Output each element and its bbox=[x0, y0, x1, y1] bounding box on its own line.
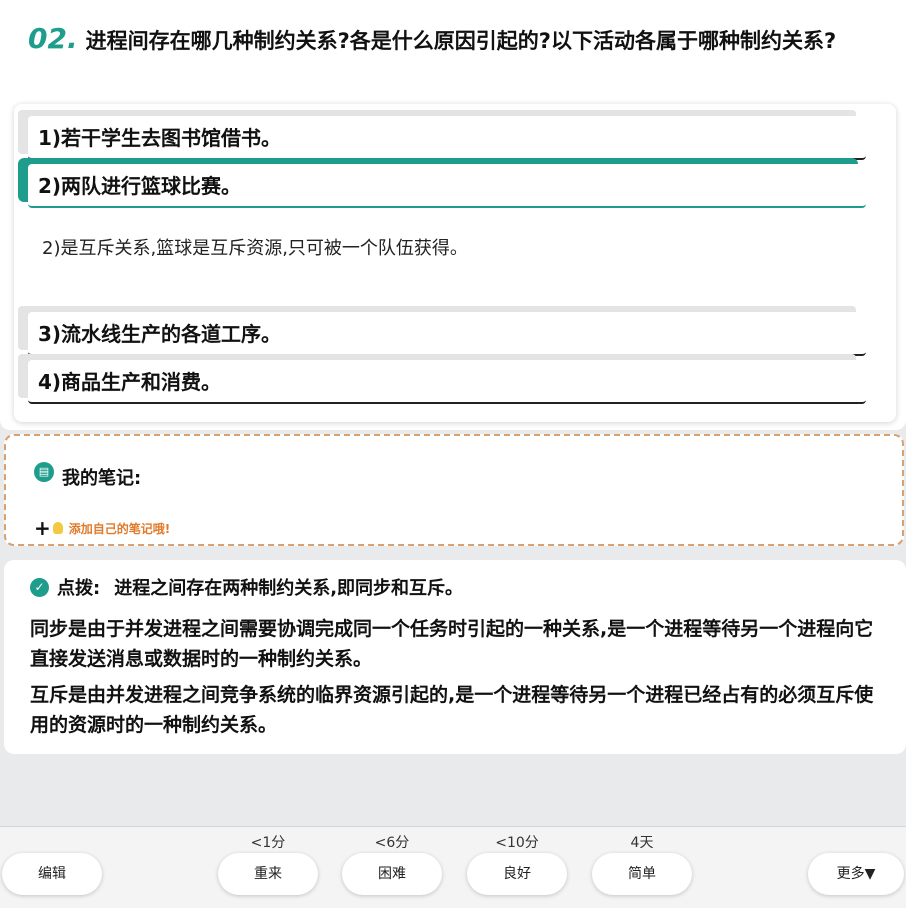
option-3[interactable]: 3)流水线生产的各道工序。 bbox=[28, 312, 866, 356]
add-note-label: 添加自己的笔记哦! bbox=[68, 521, 171, 536]
easy-interval: 4天 bbox=[630, 835, 654, 851]
again-interval: <1分 bbox=[250, 835, 286, 851]
hint-paragraph-sync: 同步是由于并发进程之间需要协调完成同一个任务时引起的一种关系,是一个进程等待另一… bbox=[30, 618, 874, 670]
hard-interval: <6分 bbox=[374, 835, 410, 851]
check-icon: ✓ bbox=[30, 577, 49, 597]
hint-card: ✓ 点拨: 进程之间存在两种制约关系,即同步和互斥。 同步是由于并发进程之间需要… bbox=[4, 560, 906, 754]
edit-button[interactable]: 编辑 bbox=[2, 853, 102, 895]
option-2-selected[interactable]: 2)两队进行篮球比赛。 bbox=[28, 164, 866, 208]
easy-button[interactable]: 简单 bbox=[592, 853, 692, 895]
add-note-button[interactable]: + 添加自己的笔记哦! bbox=[34, 516, 170, 540]
question-text: 进程间存在哪几种制约关系?各是什么原因引起的?以下活动各属于哪种制约关系? bbox=[85, 29, 837, 53]
review-toolbar: 编辑 <1分 重来 <6分 困难 <10分 良好 4天 简单 更多▼ bbox=[0, 826, 906, 908]
note-document-icon: ▤ bbox=[34, 462, 54, 482]
option-1[interactable]: 1)若干学生去图书馆借书。 bbox=[28, 116, 866, 160]
good-button[interactable]: 良好 bbox=[467, 853, 567, 895]
hint-header: ✓ 点拨: 进程之间存在两种制约关系,即同步和互斥。 bbox=[30, 574, 463, 600]
more-button[interactable]: 更多▼ bbox=[808, 853, 904, 895]
hint-paragraph-mutex: 互斥是由并发进程之间竞争系统的临界资源引起的,是一个进程等待另一个进程已经占有的… bbox=[30, 684, 874, 736]
hint-summary: 进程之间存在两种制约关系,即同步和互斥。 bbox=[114, 578, 464, 599]
again-button[interactable]: 重来 bbox=[218, 853, 318, 895]
good-interval: <10分 bbox=[495, 835, 539, 851]
lightbulb-icon bbox=[52, 522, 63, 534]
hard-button[interactable]: 困难 bbox=[342, 853, 442, 895]
question-title: 02. 进程间存在哪几种制约关系?各是什么原因引起的?以下活动各属于哪种制约关系? bbox=[28, 22, 878, 58]
question-number: 02. bbox=[28, 22, 78, 55]
hint-label: 点拨: bbox=[57, 578, 101, 599]
notes-box: ▤ 我的笔记: + 添加自己的笔记哦! bbox=[4, 434, 904, 546]
question-card: 02. 进程间存在哪几种制约关系?各是什么原因引起的?以下活动各属于哪种制约关系?… bbox=[0, 0, 906, 430]
options-box: 1)若干学生去图书馆借书。 2)两队进行篮球比赛。 2)是互斥关系,篮球是互斥资… bbox=[14, 104, 896, 422]
option-4[interactable]: 4)商品生产和消费。 bbox=[28, 360, 866, 404]
answer-text: 2)是互斥关系,篮球是互斥资源,只可被一个队伍获得。 bbox=[42, 238, 468, 259]
plus-icon: + bbox=[34, 516, 51, 540]
notes-title: 我的笔记: bbox=[62, 468, 142, 489]
